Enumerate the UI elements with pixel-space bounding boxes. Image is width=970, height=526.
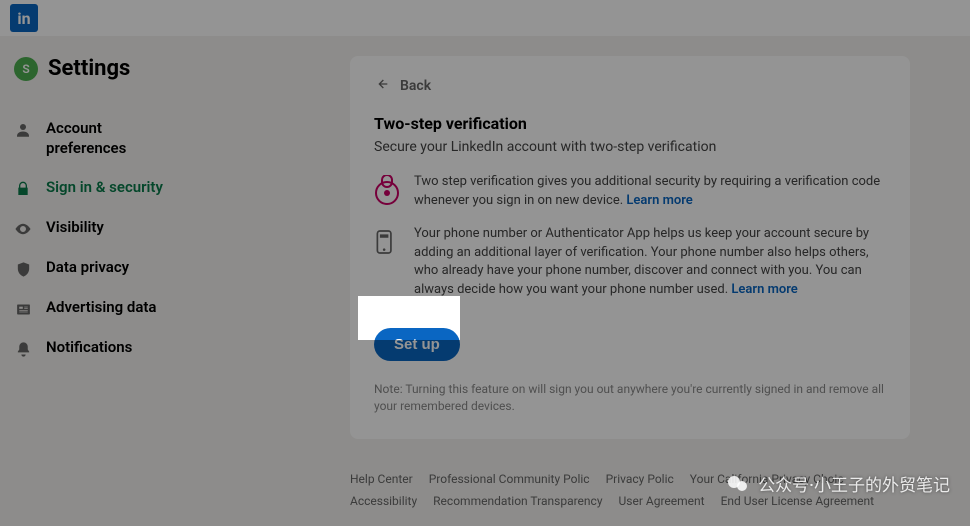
main-layout: S Settings Account preferences Sign in &… (0, 36, 970, 526)
sidebar: S Settings Account preferences Sign in &… (0, 36, 180, 526)
sidebar-item-account-preferences[interactable]: Account preferences (14, 109, 170, 168)
sidebar-item-visibility[interactable]: Visibility (14, 208, 170, 248)
lock-icon (14, 180, 32, 198)
info-row-2: Your phone number or Authenticator App h… (374, 225, 886, 300)
sidebar-item-label: Notifications (46, 338, 132, 358)
person-icon (14, 121, 32, 139)
footer-link[interactable]: Accessibility (350, 494, 417, 508)
sidebar-item-label: Sign in & security (46, 178, 163, 198)
sidebar-item-label: Account preferences (46, 119, 170, 158)
footer-link[interactable]: User Agreement (619, 494, 705, 508)
footer-row-2: Accessibility Recommendation Transparenc… (350, 494, 910, 508)
footer-link[interactable]: Your California Privacy Choic (690, 472, 844, 486)
shield-icon (14, 260, 32, 278)
bell-icon (14, 340, 32, 358)
info-text-2: Your phone number or Authenticator App h… (414, 225, 886, 300)
sidebar-header: S Settings (14, 56, 170, 81)
arrow-left-icon (374, 76, 390, 96)
footer: Help Center Professional Community Polic… (350, 472, 910, 516)
back-button[interactable]: Back (374, 76, 886, 96)
lock-circle-icon (374, 175, 400, 205)
sidebar-item-data-privacy[interactable]: Data privacy (14, 248, 170, 288)
content-area: Back Two-step verification Secure your L… (180, 36, 970, 526)
sidebar-item-label: Advertising data (46, 298, 157, 318)
footer-link[interactable]: Professional Community Polic (429, 472, 590, 486)
sidebar-item-label: Data privacy (46, 258, 129, 278)
info-text-1: Two step verification gives you addition… (414, 173, 886, 211)
footer-link[interactable]: Help Center (350, 472, 413, 486)
card-subtitle: Secure your LinkedIn account with two-st… (374, 139, 886, 155)
learn-more-link-2[interactable]: Learn more (731, 282, 797, 297)
avatar[interactable]: S (14, 57, 38, 81)
footer-link[interactable]: Privacy Polic (606, 472, 674, 486)
newspaper-icon (14, 300, 32, 318)
back-label: Back (400, 78, 431, 94)
phone-icon (374, 227, 400, 257)
linkedin-logo[interactable]: in (10, 4, 38, 32)
footer-link[interactable]: End User License Agreement (721, 494, 874, 508)
top-bar: in (0, 0, 970, 36)
settings-card: Back Two-step verification Secure your L… (350, 56, 910, 439)
sidebar-item-advertising-data[interactable]: Advertising data (14, 288, 170, 328)
footer-row-1: Help Center Professional Community Polic… (350, 472, 910, 486)
sidebar-item-label: Visibility (46, 218, 104, 238)
learn-more-link-1[interactable]: Learn more (626, 193, 692, 208)
footer-link[interactable]: Recommendation Transparency (433, 494, 602, 508)
setup-highlight: Set up (368, 322, 470, 367)
info-row-1: Two step verification gives you addition… (374, 173, 886, 211)
card-title: Two-step verification (374, 114, 886, 133)
note-text: Note: Turning this feature on will sign … (374, 381, 886, 415)
setup-button[interactable]: Set up (374, 328, 460, 361)
sidebar-item-security[interactable]: Sign in & security (14, 168, 170, 208)
sidebar-item-notifications[interactable]: Notifications (14, 328, 170, 368)
page-title: Settings (48, 56, 130, 81)
eye-icon (14, 220, 32, 238)
